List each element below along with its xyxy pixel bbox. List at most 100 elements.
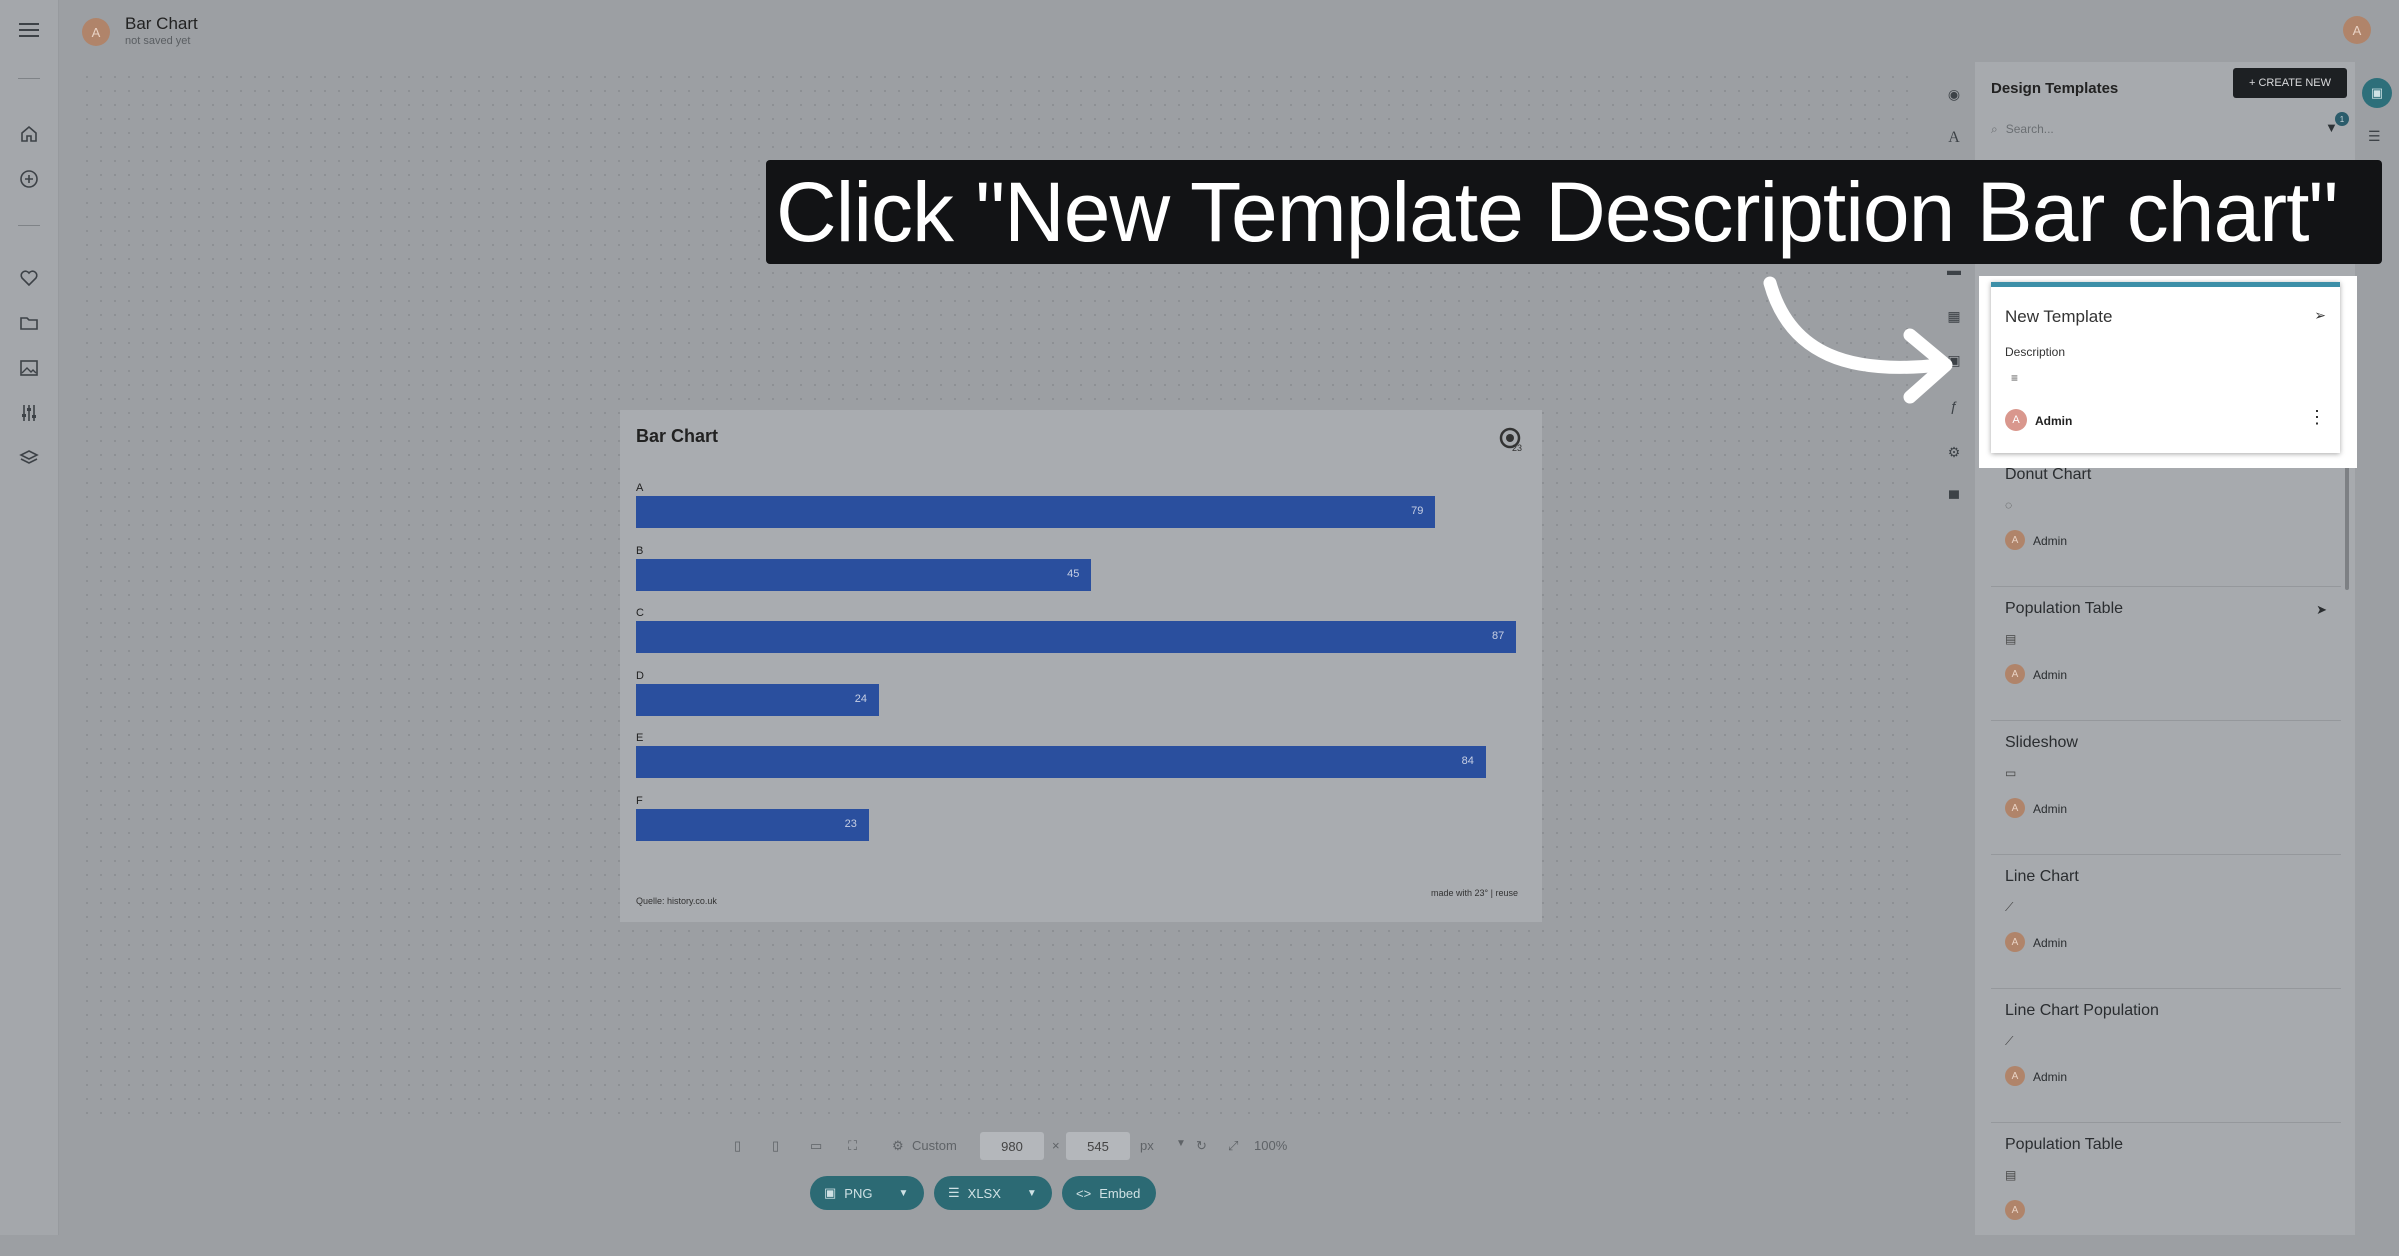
save-status: not saved yet (125, 35, 191, 47)
bar (636, 808, 869, 841)
template-owner: Admin (2033, 668, 2068, 682)
send-icon[interactable]: ➤ (2316, 602, 2327, 618)
home-icon[interactable] (18, 123, 40, 145)
text-lines-icon: ≡ (2011, 371, 2019, 385)
owner-avatar: A (2005, 664, 2025, 684)
zoom-level[interactable]: 100% (1254, 1138, 1287, 1153)
template-owner: Admin (2033, 1070, 2068, 1084)
embed-button[interactable]: <> Embed (1062, 1176, 1156, 1210)
folder-icon[interactable] (18, 312, 40, 334)
eye-icon[interactable]: ◉ (1944, 84, 1964, 104)
tablet-icon[interactable]: ▯ (772, 1138, 779, 1154)
chevron-down-icon[interactable]: ▼ (898, 1188, 908, 1199)
template-item[interactable]: Slideshow ▭ A Admin (1991, 722, 2341, 855)
more-vertical-icon[interactable]: ⋮ (2308, 407, 2326, 428)
template-owner: Admin (2033, 802, 2068, 816)
export-xlsx-button[interactable]: ☰ XLSX ▼ (934, 1176, 1052, 1210)
slideshow-icon: ▭ (2005, 766, 2017, 780)
send-outline-icon[interactable]: ➢ (2314, 307, 2326, 324)
bar-category-label: E (636, 732, 644, 744)
add-circle-icon[interactable] (18, 168, 40, 190)
chevron-down-icon[interactable]: ▼ (1176, 1138, 1186, 1149)
refresh-icon[interactable]: ↻ (1196, 1138, 1207, 1154)
bar (636, 746, 1486, 778)
instruction-text: Click "New Template Description Bar char… (776, 164, 2338, 259)
nav-divider (18, 78, 40, 79)
template-name: Line Chart (2005, 868, 2079, 885)
filter-count-badge: 1 (2335, 112, 2349, 126)
template-description: Description (2005, 345, 2066, 359)
heart-icon[interactable] (18, 267, 40, 289)
export-png-button[interactable]: ▣ PNG ▼ (810, 1176, 924, 1210)
instruction-banner: Click "New Template Description Bar char… (766, 160, 2382, 264)
unit-select[interactable]: px (1140, 1138, 1154, 1153)
sliders-icon[interactable] (18, 402, 40, 424)
gear-icon[interactable]: ⚙ (892, 1138, 904, 1154)
owner-avatar: A (2005, 1200, 2025, 1220)
new-template-card[interactable]: New Template ➢ Description ≡ A Admin ⋮ (1991, 282, 2340, 453)
chart-credit[interactable]: made with 23° | reuse (1431, 888, 1518, 898)
image-icon[interactable] (18, 357, 40, 379)
nav-divider (18, 225, 40, 226)
owner-avatar: A (2005, 798, 2025, 818)
size-preset[interactable]: Custom (912, 1138, 957, 1153)
table-icon: ▤ (2005, 632, 2017, 646)
template-owner: Admin (2035, 414, 2073, 428)
settings-icon[interactable]: ⚙ (1944, 442, 1964, 462)
chart-source: Quelle: history.co.uk (636, 896, 717, 906)
mobile-small-icon[interactable]: ▯ (734, 1138, 741, 1154)
text-icon[interactable]: A (1944, 128, 1964, 148)
template-item[interactable]: Population Table ▤ A (1991, 1124, 2341, 1256)
bar-value-label: 23 (844, 817, 857, 830)
template-owner: Admin (2033, 534, 2068, 548)
template-item[interactable]: Line Chart ⟋ A Admin (1991, 856, 2341, 989)
document-title[interactable]: Bar Chart (125, 14, 198, 34)
layers-icon[interactable] (18, 447, 40, 469)
canvas-size-toolbar: ▯ ▯ ▭ ⛶ ⚙ Custom 980 × 545 px ▼ ↻ ⤢ 100% (730, 1132, 1310, 1160)
search-placeholder: Search... (2005, 122, 2054, 136)
svg-text:23: 23 (1512, 443, 1522, 452)
template-owner: Admin (2033, 936, 2068, 950)
owner-avatar: A (2005, 932, 2025, 952)
image-icon: ▣ (824, 1185, 837, 1200)
save-icon[interactable]: ▣ (2362, 78, 2392, 108)
laptop-icon[interactable]: ▭ (810, 1138, 822, 1154)
fullscreen-icon[interactable]: ⛶ (848, 1138, 857, 1154)
chart-title: Bar Chart (636, 426, 719, 446)
zoom-icon[interactable]: ⤢ (1228, 1138, 1238, 1154)
create-new-button[interactable]: + CREATE NEW (2233, 68, 2347, 98)
bar (636, 558, 1092, 591)
user-avatar[interactable]: A (2343, 16, 2371, 44)
png-label: PNG (844, 1185, 873, 1201)
xlsx-label: XLSX (967, 1185, 1001, 1201)
template-name: New Template (2005, 307, 2113, 326)
template-search-input[interactable]: ⌕ Search... (1991, 114, 2301, 144)
highlight-frame: New Template ➢ Description ≡ A Admin ⋮ (1979, 276, 2357, 468)
left-nav-rail (0, 0, 59, 1235)
bar-value-label: 24 (854, 692, 867, 705)
database-icon[interactable]: ☰ (2368, 128, 2386, 146)
owner-avatar: A (2005, 409, 2027, 431)
template-item[interactable]: Donut Chart ◌ A Admin (1991, 454, 2341, 587)
bar-value-label: 87 (1492, 630, 1505, 642)
menu-icon[interactable] (18, 19, 40, 41)
owner-avatar: A (2005, 1066, 2025, 1086)
table-icon: ▤ (2005, 1168, 2017, 1182)
brand-logo-icon: 23 (1498, 426, 1524, 453)
line-chart-icon: ⟋ (2005, 1034, 2014, 1048)
height-input[interactable]: 545 (1066, 1132, 1130, 1160)
panel-title: Design Templates (1991, 80, 2119, 97)
template-item[interactable]: Line Chart Population ⟋ A Admin (1991, 990, 2341, 1123)
paint-roller-icon[interactable]: ▀ (1944, 488, 1964, 508)
template-name: Population Table (2005, 600, 2124, 617)
times-sign: × (1052, 1138, 1060, 1153)
bar-category-label: A (636, 482, 644, 494)
line-chart-icon: ⟋ (2005, 900, 2014, 914)
template-item[interactable]: Population Table ➤ ▤ A Admin (1991, 588, 2341, 721)
template-name: Slideshow (2005, 734, 2078, 751)
bar (636, 683, 879, 716)
chart-card[interactable]: Bar Chart 23 A 79 B 45 C 87 D 24 E 84 F 23 Quelle: … (620, 410, 1542, 922)
pointer-arrow-icon (1763, 276, 1953, 404)
chevron-down-icon[interactable]: ▼ (1027, 1188, 1037, 1199)
width-input[interactable]: 980 (980, 1132, 1044, 1160)
